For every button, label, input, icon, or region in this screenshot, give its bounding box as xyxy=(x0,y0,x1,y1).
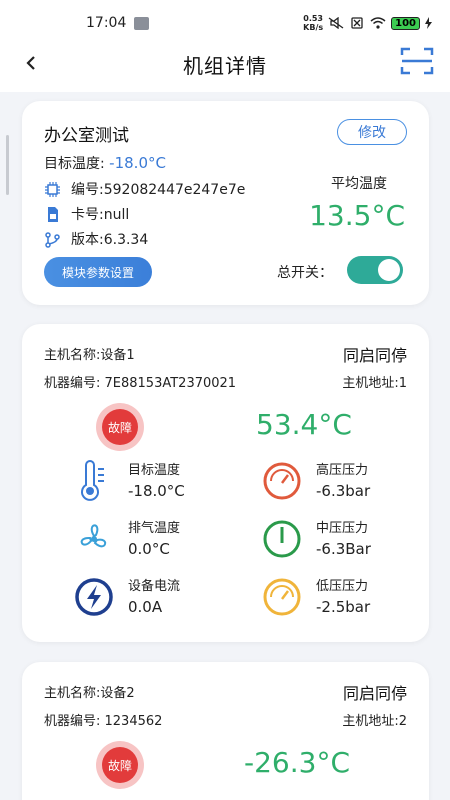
device-name: 主机名称:设备2 xyxy=(44,686,135,701)
scroll-indicator xyxy=(6,135,9,195)
avg-temp-value: 13.5°C xyxy=(309,199,405,232)
master-switch-label: 总开关： xyxy=(277,265,333,281)
charging-icon xyxy=(425,17,432,29)
avg-temp-label: 平均温度 xyxy=(331,176,387,192)
fault-badge: 故障 xyxy=(96,403,144,451)
device-address: 主机地址:1 xyxy=(342,376,407,391)
device-code: 机器编号: 1234562 xyxy=(44,714,163,729)
unit-serial: 编号:592082447e247e7e xyxy=(44,179,245,199)
gauge-icon xyxy=(263,520,301,558)
device-mode: 同启同停 xyxy=(342,346,407,365)
back-icon[interactable] xyxy=(24,52,38,74)
header: 机组详情 xyxy=(0,46,450,82)
status-bar: 17:04 0.53 KB/s 100 xyxy=(0,0,450,46)
gauge-icon xyxy=(263,578,301,616)
wrench-icon xyxy=(134,16,150,30)
unit-card-number: 卡号:null xyxy=(44,204,129,224)
network-speed: 0.53 KB/s xyxy=(303,14,324,32)
unit-version: 版本:6.3.34 xyxy=(44,229,148,249)
device-temp: 53.4°C xyxy=(256,408,352,441)
master-switch-toggle[interactable] xyxy=(347,256,403,284)
device-code: 机器编号: 7E88153AT2370021 xyxy=(44,376,237,391)
sim-card-icon xyxy=(48,206,58,222)
branch-icon xyxy=(45,231,60,248)
page-title: 机组详情 xyxy=(183,53,267,78)
status-time: 17:04 xyxy=(86,15,127,31)
unit-name: 办公室测试 xyxy=(44,126,129,146)
device-temp: -26.3°C xyxy=(244,746,350,779)
fan-icon xyxy=(80,524,106,548)
mute-icon xyxy=(328,17,344,29)
battery-indicator: 100 xyxy=(391,16,420,30)
wifi-icon xyxy=(370,17,386,29)
module-settings-button[interactable]: 模块参数设置 xyxy=(44,257,152,287)
chip-icon xyxy=(45,181,60,197)
sim-off-icon xyxy=(351,17,363,29)
fault-badge: 故障 xyxy=(96,741,144,789)
device-card[interactable]: 主机名称:设备2 同启同停 机器编号: 1234562 主机地址:2 故障 -2… xyxy=(22,662,429,800)
thermometer-icon xyxy=(81,460,104,501)
device-card[interactable]: 主机名称:设备1 同启同停 机器编号: 7E88153AT2370021 主机地… xyxy=(22,324,429,642)
device-address: 主机地址:2 xyxy=(342,714,407,729)
unit-target-temp: 目标温度: -18.0°C xyxy=(44,154,166,172)
edit-button[interactable]: 修改 xyxy=(337,119,407,145)
device-name: 主机名称:设备1 xyxy=(44,348,135,363)
current-icon xyxy=(75,578,113,616)
gauge-icon xyxy=(263,462,301,500)
scan-icon[interactable] xyxy=(400,46,434,76)
device-mode: 同启同停 xyxy=(342,684,407,703)
unit-card: 办公室测试 修改 目标温度: -18.0°C 编号:592082447e247e… xyxy=(22,101,429,305)
toggle-knob xyxy=(378,259,400,281)
